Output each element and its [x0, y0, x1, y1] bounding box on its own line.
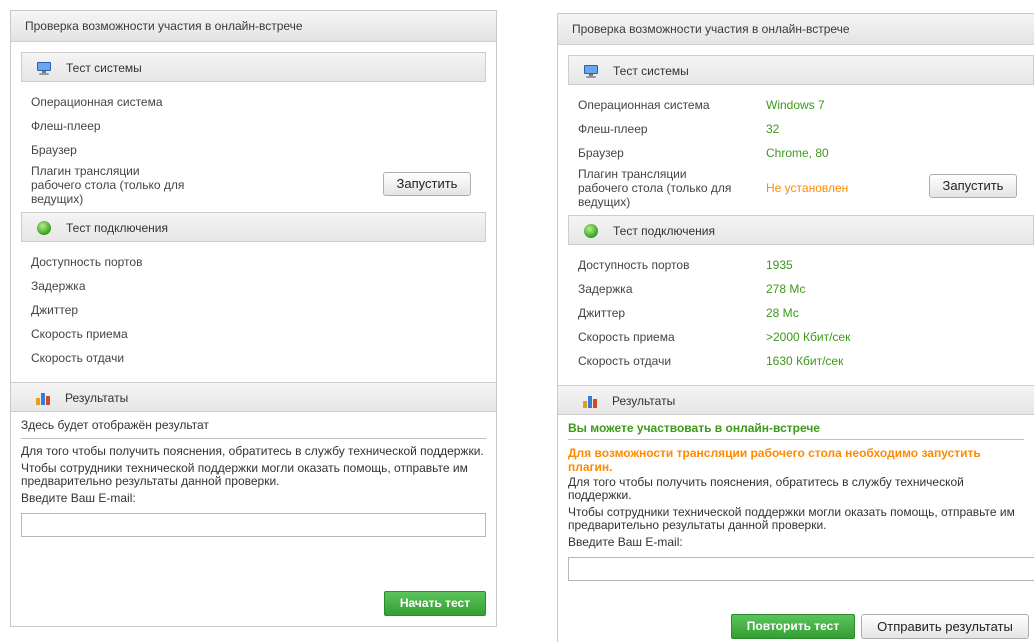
row-os: Операционная система Windows 7 [578, 93, 1024, 117]
download-value: >2000 Кбит/сек [766, 330, 851, 344]
check-panel-initial: Проверка возможности участия в онлайн-вс… [10, 10, 497, 627]
email-input[interactable] [21, 513, 486, 537]
results-title: Результаты [65, 391, 129, 405]
connection-test-title: Тест подключения [66, 221, 168, 235]
connection-test-title: Тест подключения [613, 224, 715, 238]
row-jitter: Джиттер 28 Мс [578, 301, 1024, 325]
row-flash: Флеш-плеер [31, 114, 486, 138]
connection-test-header: Тест подключения [21, 212, 486, 242]
system-test-header: Тест системы [568, 55, 1034, 85]
browser-value: Chrome, 80 [766, 146, 829, 160]
system-test-header: Тест системы [21, 52, 486, 82]
row-label: Доступность портов [31, 255, 143, 269]
email-label: Введите Ваш E-mail: [21, 491, 136, 505]
row-ports: Доступность портов 1935 [578, 253, 1024, 277]
connection-test-header: Тест подключения [568, 215, 1034, 245]
bar-chart-icon [583, 396, 597, 408]
results-header: Результаты [11, 382, 496, 412]
row-download: Скорость приема >2000 Кбит/сек [578, 325, 1024, 349]
row-label: Браузер [578, 146, 624, 160]
row-label: Доступность портов [578, 258, 690, 272]
latency-value: 278 Мс [766, 282, 806, 296]
upload-value: 1630 Кбит/сек [766, 354, 844, 368]
row-plugin: Плагин трансляции рабочего стола (только… [578, 165, 1024, 211]
results-title: Результаты [612, 394, 676, 408]
plugin-status-value: Не установлен [766, 181, 849, 195]
row-plugin: Плагин трансляции рабочего стола (только… [31, 162, 486, 208]
row-label: Плагин трансляции рабочего стола (только… [578, 167, 732, 209]
results-body-initial: Здесь будет отображён результат Для того… [21, 412, 486, 537]
row-ports: Доступность портов [31, 250, 486, 274]
panel-title: Проверка возможности участия в онлайн-вс… [558, 14, 1034, 45]
warning-message: Для возможности трансляции рабочего стол… [568, 446, 981, 474]
row-download: Скорость приема [31, 322, 486, 346]
bar-chart-icon [36, 393, 50, 405]
row-label: Скорость отдачи [31, 351, 125, 365]
system-test-rows: Операционная система Флеш-плеер Браузер … [21, 82, 486, 212]
results-placeholder: Здесь будет отображён результат [21, 412, 486, 439]
launch-plugin-button[interactable]: Запустить [929, 174, 1017, 198]
results-header: Результаты [558, 385, 1034, 415]
support-text: Для того чтобы получить пояснения, обрат… [568, 475, 964, 502]
row-label: Джиттер [31, 303, 79, 317]
monitor-icon [37, 62, 51, 75]
row-latency: Задержка [31, 274, 486, 298]
row-label: Плагин трансляции рабочего стола (только… [31, 164, 185, 206]
repeat-test-button[interactable]: Повторить тест [731, 614, 855, 639]
row-label: Задержка [578, 282, 633, 296]
green-globe-icon [37, 221, 51, 235]
monitor-icon [584, 65, 598, 78]
start-test-button[interactable]: Начать тест [384, 591, 486, 616]
row-label: Флеш-плеер [578, 122, 648, 136]
panel-title: Проверка возможности участия в онлайн-вс… [11, 11, 496, 42]
green-globe-icon [584, 224, 598, 238]
system-test-title: Тест системы [66, 61, 142, 75]
row-label: Операционная система [578, 98, 710, 112]
support-text: Для того чтобы получить пояснения, обрат… [21, 444, 484, 458]
row-browser: Браузер [31, 138, 486, 162]
row-label: Флеш-плеер [31, 119, 101, 133]
row-label: Скорость отдачи [578, 354, 672, 368]
row-upload: Скорость отдачи 1630 Кбит/сек [578, 349, 1024, 373]
os-value: Windows 7 [766, 98, 825, 112]
row-jitter: Джиттер [31, 298, 486, 322]
results-body-final: Вы можете участвовать в онлайн-встрече Д… [568, 415, 1034, 581]
connection-test-rows: Доступность портов 1935 Задержка 278 Мс … [568, 245, 1024, 377]
email-label: Введите Ваш E-mail: [568, 535, 683, 549]
row-latency: Задержка 278 Мс [578, 277, 1024, 301]
row-upload: Скорость отдачи [31, 346, 486, 370]
row-label: Джиттер [578, 306, 626, 320]
row-label: Задержка [31, 279, 86, 293]
send-results-button[interactable]: Отправить результаты [861, 614, 1029, 639]
system-test-rows: Операционная система Windows 7 Флеш-плее… [568, 85, 1024, 215]
check-panel-results: Проверка возможности участия в онлайн-вс… [557, 13, 1034, 642]
jitter-value: 28 Мс [766, 306, 799, 320]
row-label: Браузер [31, 143, 77, 157]
row-os: Операционная система [31, 90, 486, 114]
row-browser: Браузер Chrome, 80 [578, 141, 1024, 165]
launch-plugin-button[interactable]: Запустить [383, 172, 471, 196]
send-results-text: Чтобы сотрудники технической поддержки м… [568, 505, 1015, 532]
email-input[interactable] [568, 557, 1034, 581]
connection-test-rows: Доступность портов Задержка Джиттер Скор… [21, 242, 486, 374]
success-message: Вы можете участвовать в онлайн-встрече [568, 415, 1024, 440]
row-flash: Флеш-плеер 32 [578, 117, 1024, 141]
ports-value: 1935 [766, 258, 793, 272]
system-test-title: Тест системы [613, 64, 689, 78]
row-label: Скорость приема [578, 330, 675, 344]
row-label: Операционная система [31, 95, 163, 109]
send-results-text: Чтобы сотрудники технической поддержки м… [21, 461, 468, 488]
flash-value: 32 [766, 122, 780, 136]
row-label: Скорость приема [31, 327, 128, 341]
